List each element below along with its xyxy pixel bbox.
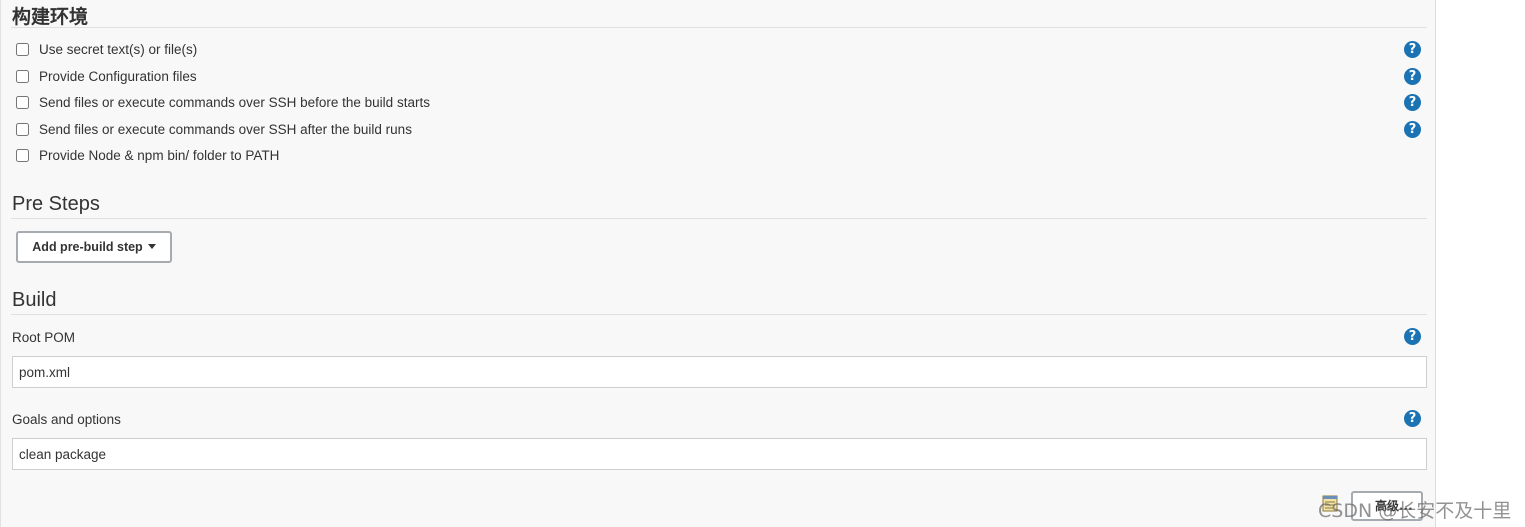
help-icon[interactable]: ? <box>1404 68 1421 85</box>
checkbox-node-npm[interactable] <box>16 149 29 162</box>
option-label: Send files or execute commands over SSH … <box>39 95 430 110</box>
section-title-build-env: 构建环境 <box>12 6 89 28</box>
option-label: Send files or execute commands over SSH … <box>39 122 412 137</box>
option-ssh-before: Send files or execute commands over SSH … <box>16 95 1426 115</box>
option-node-npm: Provide Node & npm bin/ folder to PATH <box>16 148 1426 168</box>
section-divider <box>11 27 1427 28</box>
option-label: Provide Configuration files <box>39 69 197 84</box>
add-pre-build-step-label: Add pre-build step <box>32 240 143 254</box>
help-icon[interactable]: ? <box>1404 410 1421 427</box>
help-icon[interactable]: ? <box>1404 41 1421 58</box>
advanced-button[interactable]: 高级... <box>1351 491 1423 521</box>
option-label: Provide Node & npm bin/ folder to PATH <box>39 148 280 163</box>
help-icon[interactable]: ? <box>1404 328 1421 345</box>
option-provide-config: Provide Configuration files <box>16 69 1426 89</box>
help-icon[interactable]: ? <box>1404 121 1421 138</box>
checkbox-ssh-after[interactable] <box>16 123 29 136</box>
goals-label: Goals and options <box>12 412 121 427</box>
section-title-pre-steps: Pre Steps <box>12 193 100 215</box>
add-pre-build-step-button[interactable]: Add pre-build step <box>16 231 172 263</box>
config-panel: 构建环境 Use secret text(s) or file(s) ? Pro… <box>0 0 1436 527</box>
goals-input[interactable] <box>12 438 1427 470</box>
notepad-icon <box>1322 495 1338 512</box>
section-title-build: Build <box>12 289 57 311</box>
help-icon[interactable]: ? <box>1404 94 1421 111</box>
root-pom-label: Root POM <box>12 330 76 345</box>
option-ssh-after: Send files or execute commands over SSH … <box>16 122 1426 142</box>
option-label: Use secret text(s) or file(s) <box>39 42 198 57</box>
section-divider <box>11 218 1427 219</box>
checkbox-use-secret[interactable] <box>16 43 29 56</box>
checkbox-ssh-before[interactable] <box>16 96 29 109</box>
root-pom-input[interactable] <box>12 356 1427 388</box>
caret-down-icon <box>147 244 156 250</box>
checkbox-provide-config[interactable] <box>16 70 29 83</box>
section-divider <box>11 314 1427 315</box>
option-use-secret: Use secret text(s) or file(s) <box>16 42 1426 62</box>
